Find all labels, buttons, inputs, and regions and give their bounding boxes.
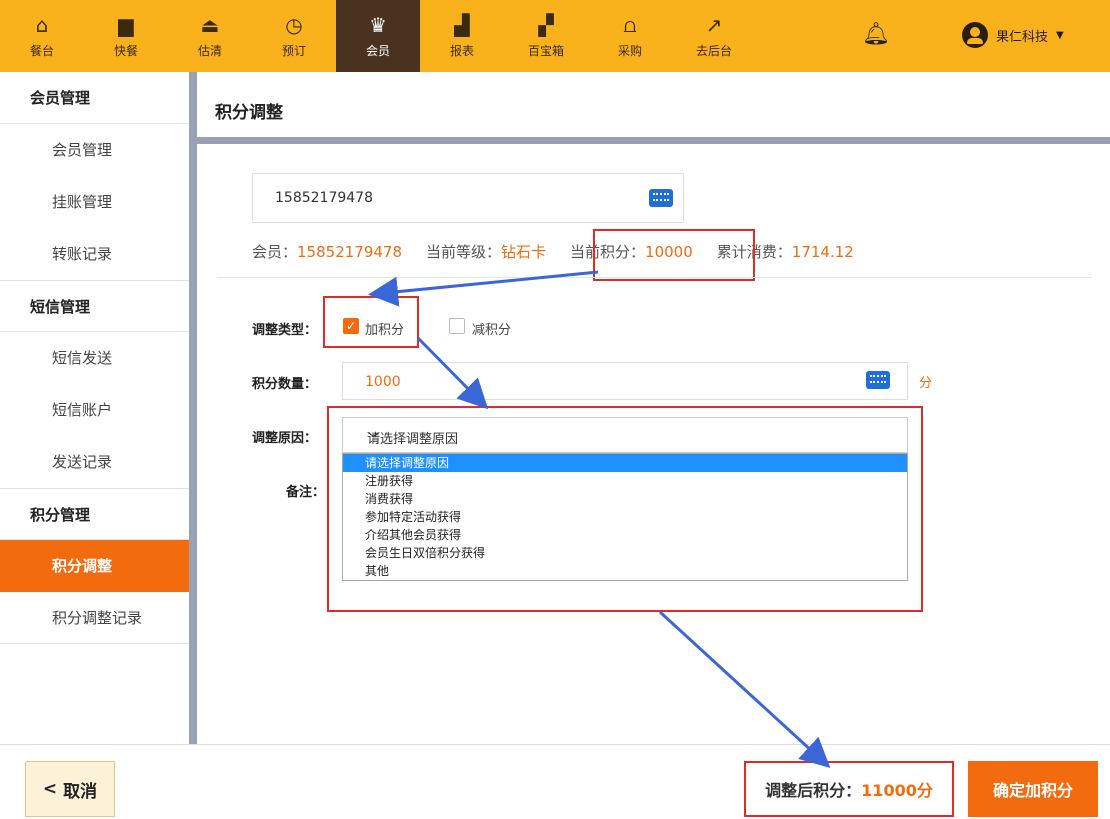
note-label: 备注： <box>286 485 326 500</box>
sidebar-item-points-adjust[interactable]: 积分调整 <box>0 540 189 592</box>
sidebar-item-send-records[interactable]: 发送记录 <box>0 436 189 488</box>
clock-icon: ◷ <box>285 12 303 37</box>
level-label: 当前等级： <box>426 243 502 261</box>
user-menu[interactable]: 果仁科技 ▼ <box>962 22 1064 48</box>
nav-backend[interactable]: ↗ 去后台 <box>672 0 756 72</box>
points-unit: 分 <box>919 376 933 391</box>
confirm-add-points-button[interactable]: 确定加积分 <box>968 761 1098 817</box>
nav-fastfood[interactable]: ▆ 快餐 <box>84 0 168 72</box>
footer: < 取消 调整后积分： 11000分 确定加积分 <box>0 744 1110 819</box>
member-label: 会员： <box>252 243 298 261</box>
keyboard-icon[interactable] <box>649 189 673 207</box>
avatar <box>962 22 988 48</box>
reason-label: 调整原因： <box>252 431 318 446</box>
table-icon: ⌂ <box>35 12 49 37</box>
level-value: 钻石卡 <box>501 243 547 261</box>
sidebar-item-sms-account[interactable]: 短信账户 <box>0 384 189 436</box>
nav-report[interactable]: ▟ 报表 <box>420 0 504 72</box>
sidebar-divider <box>189 72 197 744</box>
sidebar-group-sms: 短信管理 <box>0 280 189 332</box>
sidebar-item-transfer-records[interactable]: 转账记录 <box>0 228 189 280</box>
page-title: 积分调整 <box>215 103 283 123</box>
bell-dish-icon: ⏏ <box>200 12 220 37</box>
page-header: 积分调整 <box>197 72 1110 144</box>
divider <box>217 277 1092 278</box>
fastfood-icon: ▆ <box>118 12 134 37</box>
highlight-add-points <box>323 296 419 348</box>
grid-icon: ▞ <box>538 12 554 37</box>
member-info: 会员：15852179478 当前等级：钻石卡 当前积分：10000 累计消费：171… <box>252 241 854 262</box>
nav-purchase[interactable]: ⩍ 采购 <box>588 0 672 72</box>
adjusted-points: 调整后积分： 11000分 <box>744 761 954 817</box>
highlight-current-points <box>593 229 755 281</box>
adjusted-points-value: 11000分 <box>861 781 933 800</box>
sidebar-item-points-records[interactable]: 积分调整记录 <box>0 592 189 644</box>
nav-tables[interactable]: ⌂ 餐台 <box>0 0 84 72</box>
cancel-button[interactable]: < 取消 <box>25 761 115 817</box>
points-amount-input[interactable]: 1000 <box>342 362 908 400</box>
adjusted-points-label: 调整后积分： <box>765 781 862 800</box>
chevron-down-icon: ▼ <box>1056 29 1064 41</box>
sidebar-group-points: 积分管理 <box>0 488 189 540</box>
spend-value: 1714.12 <box>791 243 854 261</box>
cancel-label: 取消 <box>63 781 98 802</box>
sidebar-item-sms-send[interactable]: 短信发送 <box>0 332 189 384</box>
points-amount-value: 1000 <box>365 374 401 390</box>
crown-icon: ♛ <box>369 12 387 37</box>
external-link-icon: ↗ <box>705 12 723 37</box>
amount-label: 积分数量： <box>252 377 318 392</box>
keyboard-icon[interactable] <box>866 371 890 389</box>
user-name: 果仁科技 <box>996 29 1049 45</box>
highlight-reason <box>327 406 923 612</box>
sidebar-item-member-management[interactable]: 会员管理 <box>0 124 189 176</box>
phone-value: 15852179478 <box>275 190 373 206</box>
points-form: 15852179478 会员：15852179478 当前等级：钻石卡 当前积分：1… <box>197 151 1110 744</box>
nav-toolbox[interactable]: ▞ 百宝箱 <box>504 0 588 72</box>
sub-points-checkbox[interactable] <box>449 318 465 334</box>
member-value: 15852179478 <box>297 243 402 261</box>
basket-icon: ⩍ <box>623 12 637 37</box>
nav-reservation[interactable]: ◷ 预订 <box>252 0 336 72</box>
sidebar: 会员管理 会员管理 挂账管理 转账记录 短信管理 短信发送 短信账户 发送记录 … <box>0 72 189 744</box>
top-navigation: ⌂ 餐台 ▆ 快餐 ⏏ 估清 ◷ 预订 ♛ 会员 ▟ 报表 ▞ 百宝箱 ⩍ 采购 ↗ 去后台 <box>0 0 1110 72</box>
notification-bell-icon[interactable]: 🔔︎ <box>862 22 890 47</box>
type-label: 调整类型： <box>252 323 318 338</box>
nav-member[interactable]: ♛ 会员 <box>336 0 420 72</box>
sidebar-item-credit-management[interactable]: 挂账管理 <box>0 176 189 228</box>
chevron-left-icon: < <box>42 779 58 799</box>
phone-input[interactable]: 15852179478 <box>252 173 684 223</box>
sidebar-group-member: 会员管理 <box>0 72 189 124</box>
nav-soldout[interactable]: ⏏ 估清 <box>168 0 252 72</box>
sub-points-label[interactable]: 减积分 <box>472 319 511 338</box>
report-icon: ▟ <box>454 12 470 37</box>
